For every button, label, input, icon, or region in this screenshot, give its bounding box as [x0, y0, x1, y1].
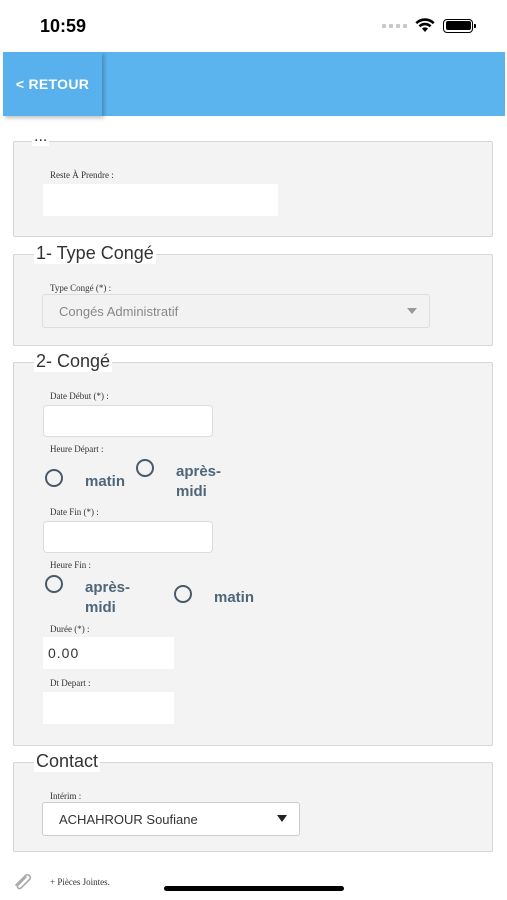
home-indicator	[164, 886, 344, 891]
duree-label: Durée (*) :	[50, 624, 90, 634]
wifi-icon	[415, 18, 435, 32]
attachments-link[interactable]: + Pièces Jointes.	[50, 877, 110, 887]
status-bar: 10:59	[0, 0, 507, 52]
summary-legend: ...	[32, 128, 50, 146]
paperclip-icon[interactable]	[12, 870, 34, 890]
chevron-down-icon	[277, 815, 287, 822]
duree-value: 0.00	[48, 645, 80, 661]
cellular-signal-icon	[382, 23, 407, 28]
date-debut-field[interactable]	[43, 405, 213, 437]
interim-label: Intérim :	[50, 791, 82, 801]
type-conge-legend: 1- Type Congé	[34, 243, 156, 264]
status-icons	[382, 18, 476, 33]
reste-label: Reste À Prendre :	[50, 170, 114, 180]
conge-legend: 2- Congé	[34, 351, 113, 372]
heure-depart-apres-midi-label[interactable]: après- midi	[176, 462, 221, 502]
status-time: 10:59	[40, 16, 87, 36]
heure-depart-matin-label[interactable]: matin	[85, 472, 125, 492]
type-conge-value: Congés Administratif	[59, 303, 179, 319]
dt-depart-field[interactable]	[43, 692, 174, 724]
date-fin-field[interactable]	[43, 521, 213, 553]
heure-fin-label: Heure Fin :	[50, 560, 91, 570]
interim-value: ACHAHROUR Soufiane	[59, 811, 198, 827]
heure-fin-apres-midi-label[interactable]: après- midi	[85, 578, 130, 618]
heure-depart-matin-radio[interactable]	[45, 469, 63, 487]
heure-fin-apres-midi-radio[interactable]	[45, 575, 63, 593]
contact-legend: Contact	[34, 751, 101, 772]
date-debut-label: Date Début (*) :	[50, 391, 109, 401]
type-conge-label: Type Congé (*) :	[50, 283, 112, 293]
heure-depart-apres-midi-radio[interactable]	[136, 459, 154, 477]
heure-fin-matin-radio[interactable]	[174, 585, 192, 603]
back-button[interactable]: < RETOUR	[3, 52, 102, 116]
duree-field[interactable]: 0.00	[43, 637, 174, 669]
chevron-down-icon	[407, 308, 417, 314]
date-fin-label: Date Fin (*) :	[50, 507, 99, 517]
dt-depart-label: Dt Depart :	[50, 678, 91, 688]
reste-field[interactable]	[43, 184, 278, 216]
interim-select[interactable]: ACHAHROUR Soufiane	[42, 802, 300, 836]
type-conge-select[interactable]: Congés Administratif	[42, 294, 430, 328]
heure-depart-label: Heure Départ :	[50, 444, 104, 454]
heure-fin-matin-label[interactable]: matin	[214, 588, 254, 608]
battery-icon	[443, 18, 476, 33]
